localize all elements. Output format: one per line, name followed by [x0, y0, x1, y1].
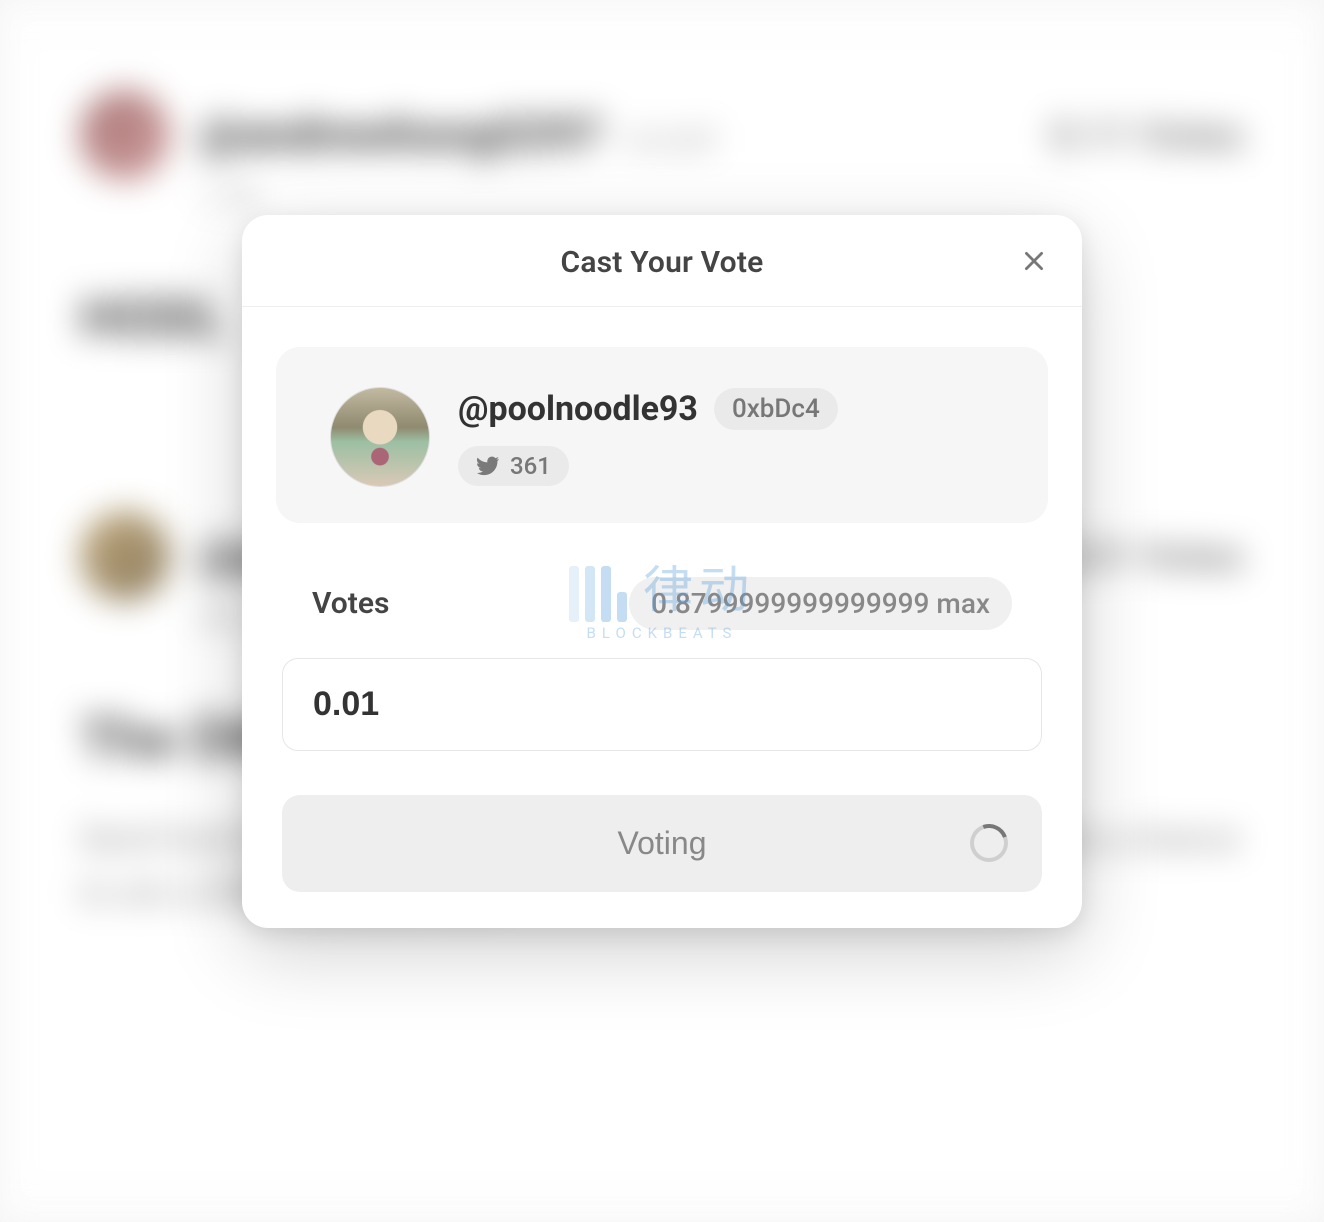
modal-body: @poolnoodle93 0xbDc4 361 Votes	[242, 307, 1082, 892]
twitter-icon	[476, 454, 500, 478]
votes-row: Votes 0.8799999999999999 max	[276, 577, 1048, 630]
votes-label: Votes	[312, 586, 389, 621]
max-votes-badge[interactable]: 0.8799999999999999 max	[629, 577, 1012, 630]
wallet-address-badge: 0xbDc4	[714, 388, 838, 430]
vote-button-label: Voting	[618, 825, 707, 862]
twitter-followers-badge: 361	[458, 446, 569, 486]
user-line: 361	[458, 446, 838, 486]
twitter-followers-count: 361	[510, 452, 551, 480]
avatar	[330, 387, 430, 487]
modal-title: Cast Your Vote	[561, 245, 764, 280]
user-line: @poolnoodle93 0xbDc4	[458, 388, 838, 430]
user-info: @poolnoodle93 0xbDc4 361	[458, 388, 838, 486]
submit-vote-button[interactable]: Voting	[282, 795, 1042, 892]
spinner-icon	[964, 818, 1014, 868]
vote-modal: Cast Your Vote @poolnoodle93 0xbDc4	[242, 215, 1082, 928]
modal-backdrop: Cast Your Vote @poolnoodle93 0xbDc4	[0, 0, 1324, 1222]
modal-header: Cast Your Vote	[242, 215, 1082, 307]
user-handle: @poolnoodle93	[458, 389, 698, 429]
close-icon	[1021, 248, 1047, 277]
vote-amount-input[interactable]	[282, 658, 1042, 751]
close-button[interactable]	[1014, 243, 1054, 283]
user-card: @poolnoodle93 0xbDc4 361	[276, 347, 1048, 523]
